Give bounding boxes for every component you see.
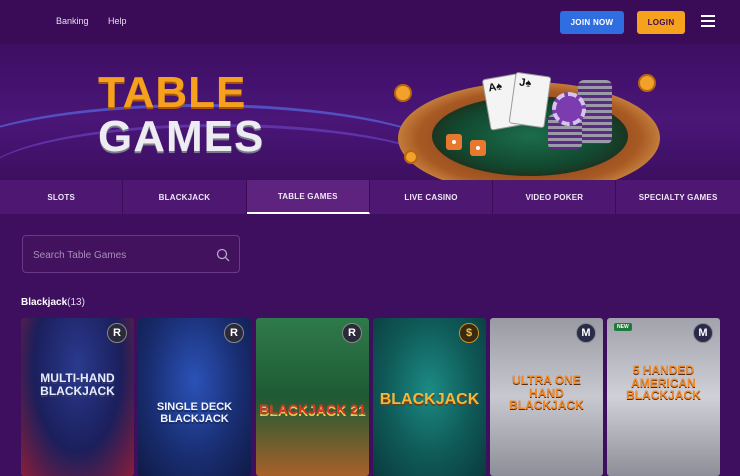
top-nav: Banking Help JOIN NOW LOGIN [0,0,740,44]
tab-blackjack[interactable]: BLACKJACK [123,180,247,214]
game-title: BLACKJACK [379,391,480,408]
section-title: Blackjack(13) [21,297,85,308]
tab-live-casino[interactable]: LIVE CASINO [370,180,494,214]
tab-specialty-games[interactable]: SPECIALTY GAMES [616,180,739,214]
game-tile-blackjack[interactable]: $ BLACKJACK [373,318,486,476]
login-button[interactable]: LOGIN [637,11,685,34]
help-link[interactable]: Help [108,16,127,26]
provider-icon: $ [459,323,479,343]
game-tile-ultra-one-hand-blackjack[interactable]: M ULTRA ONE HAND BLACKJACK [490,318,603,476]
search-input[interactable] [33,246,203,264]
die-icon [470,140,486,156]
provider-icon: R [224,323,244,343]
game-title: MULTI-HAND BLACKJACK [40,371,115,398]
coin-icon [404,150,418,164]
section-count: (13) [67,297,85,308]
playing-card-icon: J♠ [508,71,552,129]
section-title-text: Blackjack [21,297,68,308]
dollar-chip-icon [552,92,586,126]
category-tabs: SLOTS BLACKJACK TABLE GAMES LIVE CASINO … [0,180,740,214]
menu-icon[interactable] [701,15,715,27]
coin-icon [638,74,656,92]
tab-video-poker[interactable]: VIDEO POKER [493,180,617,214]
coin-icon [394,84,412,102]
game-tile-blackjack-21[interactable]: R BLACKJACK 21 [256,318,369,476]
hero-banner: TABLE GAMES A♠ J♠ [0,44,740,180]
game-tile-multi-hand-blackjack[interactable]: R MULTI-HAND BLACKJACK [21,318,134,476]
game-tile-5-handed-american-blackjack[interactable]: NEW M 5 HANDED AMERICAN BLACKJACK [607,318,720,476]
game-title: ULTRA ONE HAND BLACKJACK [509,373,584,413]
game-title: BLACKJACK 21 [259,401,366,417]
tab-slots[interactable]: SLOTS [0,180,124,214]
game-title: SINGLE DECK BLACKJACK [156,401,233,425]
game-tile-single-deck-blackjack[interactable]: R SINGLE DECK BLACKJACK [138,318,251,476]
new-badge: NEW [614,323,632,331]
provider-icon: R [107,323,127,343]
search-box [22,235,240,273]
provider-icon: M [576,323,596,343]
tab-table-games[interactable]: TABLE GAMES [246,180,370,214]
search-icon[interactable] [216,248,230,262]
join-now-button[interactable]: JOIN NOW [560,11,624,34]
provider-icon: M [693,323,713,343]
provider-icon: R [342,323,362,343]
hero-title-line1: TABLE [98,68,247,117]
banking-link[interactable]: Banking [56,16,89,26]
hero-title-line2: GAMES [98,112,265,161]
game-title: 5 HANDED AMERICAN BLACKJACK [626,363,701,403]
die-icon [446,134,462,150]
